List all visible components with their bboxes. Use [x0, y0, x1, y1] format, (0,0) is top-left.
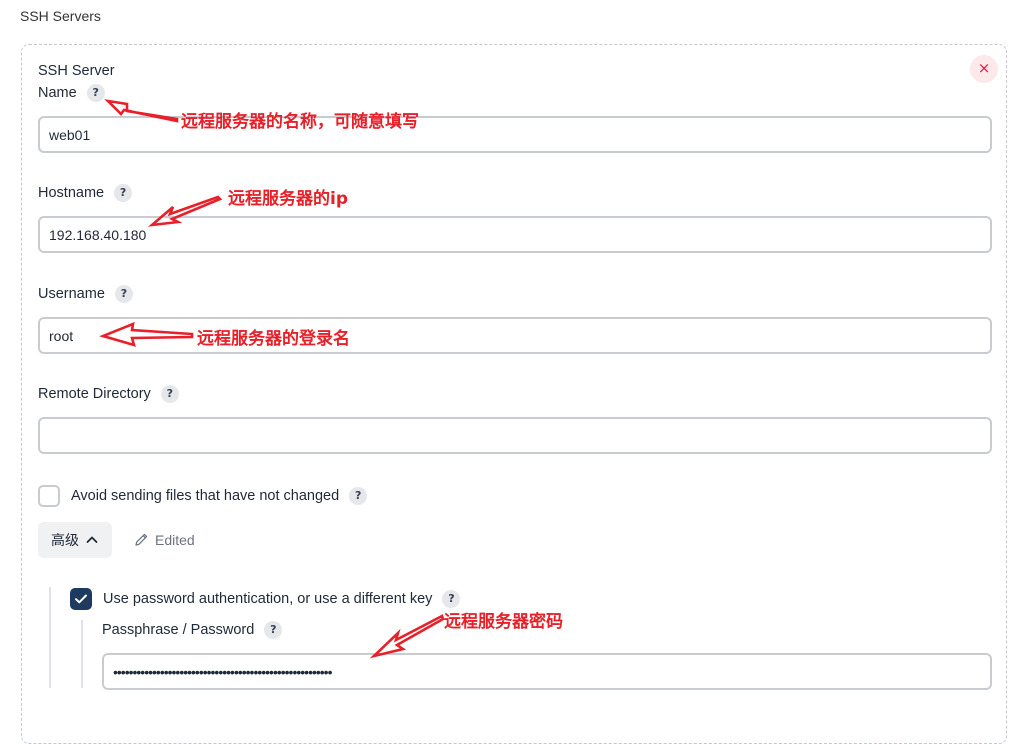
hostname-input[interactable]: [38, 216, 992, 253]
advanced-toggle-button[interactable]: 高级: [38, 522, 112, 558]
help-icon[interactable]: ?: [86, 84, 105, 102]
annotation-password: 远程服务器密码: [444, 612, 563, 632]
ssh-server-heading: SSH Server: [38, 63, 115, 79]
avoid-sending-label-row: Avoid sending files that have not change…: [71, 487, 368, 505]
help-icon[interactable]: ?: [114, 285, 133, 303]
chevron-up-icon: [86, 536, 98, 543]
username-input[interactable]: [38, 317, 992, 354]
annotation-hostname: 远程服务器的ip: [228, 189, 348, 209]
username-label-row: Username?: [38, 285, 133, 303]
advanced-label: 高级: [51, 532, 79, 548]
use-password-label-row: Use password authentication, or use a di…: [103, 590, 461, 608]
edited-indicator: Edited: [134, 532, 195, 548]
pencil-icon: [135, 533, 148, 546]
password-section-line: [81, 620, 83, 688]
passphrase-label: Passphrase / Password: [102, 622, 255, 638]
checkmark-icon: [75, 594, 87, 604]
name-label: Name: [38, 85, 77, 101]
annotation-name: 远程服务器的名称，可随意填写: [181, 112, 419, 132]
help-icon[interactable]: ?: [160, 385, 179, 403]
name-label-row: Name?: [38, 84, 105, 102]
section-title: SSH Servers: [20, 8, 101, 24]
hostname-label: Hostname: [38, 185, 105, 201]
hostname-label-row: Hostname?: [38, 184, 133, 202]
use-password-label: Use password authentication, or use a di…: [103, 591, 433, 607]
passphrase-input[interactable]: [102, 653, 992, 690]
help-icon[interactable]: ?: [349, 487, 368, 505]
remote-directory-label-row: Remote Directory?: [38, 385, 179, 403]
close-icon[interactable]: ×: [970, 55, 998, 83]
edited-label: Edited: [155, 532, 195, 548]
remote-directory-input[interactable]: [38, 417, 992, 454]
username-label: Username: [38, 286, 105, 302]
advanced-section-line: [49, 587, 51, 688]
avoid-sending-label: Avoid sending files that have not change…: [71, 488, 340, 504]
remote-directory-label: Remote Directory: [38, 386, 151, 402]
help-icon[interactable]: ?: [442, 590, 461, 608]
help-icon[interactable]: ?: [114, 184, 133, 202]
annotation-username: 远程服务器的登录名: [197, 329, 350, 349]
avoid-sending-checkbox[interactable]: [38, 485, 60, 507]
passphrase-label-row: Passphrase / Password?: [102, 621, 283, 639]
use-password-checkbox[interactable]: [70, 588, 92, 610]
help-icon[interactable]: ?: [264, 621, 283, 639]
